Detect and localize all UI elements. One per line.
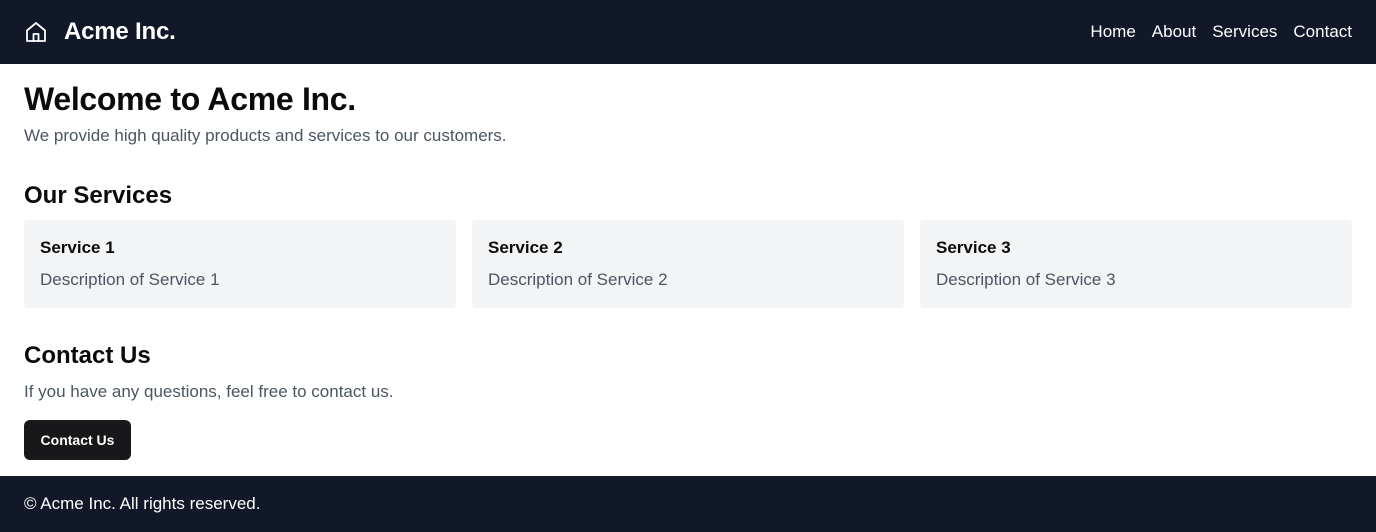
service-title: Service 1 — [40, 238, 115, 257]
site-footer: © Acme Inc. All rights reserved. — [0, 476, 1376, 532]
nav-services[interactable]: Services — [1212, 22, 1277, 42]
brand-link[interactable]: Acme Inc. — [24, 18, 176, 46]
brand-name: Acme Inc. — [64, 18, 176, 45]
home-icon — [24, 20, 48, 44]
service-description: Description of Service 3 — [936, 270, 1116, 289]
main-content: Welcome to Acme Inc. We provide high qua… — [24, 64, 1352, 476]
copyright-text: © Acme Inc. All rights reserved. — [24, 494, 261, 513]
services-heading: Our Services — [24, 182, 173, 209]
service-title: Service 2 — [488, 238, 563, 257]
hero-subtitle: We provide high quality products and ser… — [24, 126, 507, 145]
main-nav: Home About Services Contact — [1090, 22, 1352, 42]
contact-heading: Contact Us — [24, 342, 151, 369]
service-description: Description of Service 2 — [488, 270, 668, 289]
nav-home[interactable]: Home — [1090, 22, 1135, 42]
service-title: Service 3 — [936, 238, 1011, 257]
nav-about[interactable]: About — [1152, 22, 1196, 42]
service-card: Service 3 Description of Service 3 — [920, 220, 1352, 308]
service-card: Service 2 Description of Service 2 — [472, 220, 904, 308]
service-card: Service 1 Description of Service 1 — [24, 220, 456, 308]
contact-us-button[interactable]: Contact Us — [24, 420, 131, 460]
site-header: Acme Inc. Home About Services Contact — [0, 0, 1376, 64]
contact-subtitle: If you have any questions, feel free to … — [24, 382, 394, 401]
services-list: Service 1 Description of Service 1 Servi… — [24, 220, 1352, 308]
page-title: Welcome to Acme Inc. — [24, 81, 356, 117]
nav-contact[interactable]: Contact — [1293, 22, 1352, 42]
service-description: Description of Service 1 — [40, 270, 220, 289]
